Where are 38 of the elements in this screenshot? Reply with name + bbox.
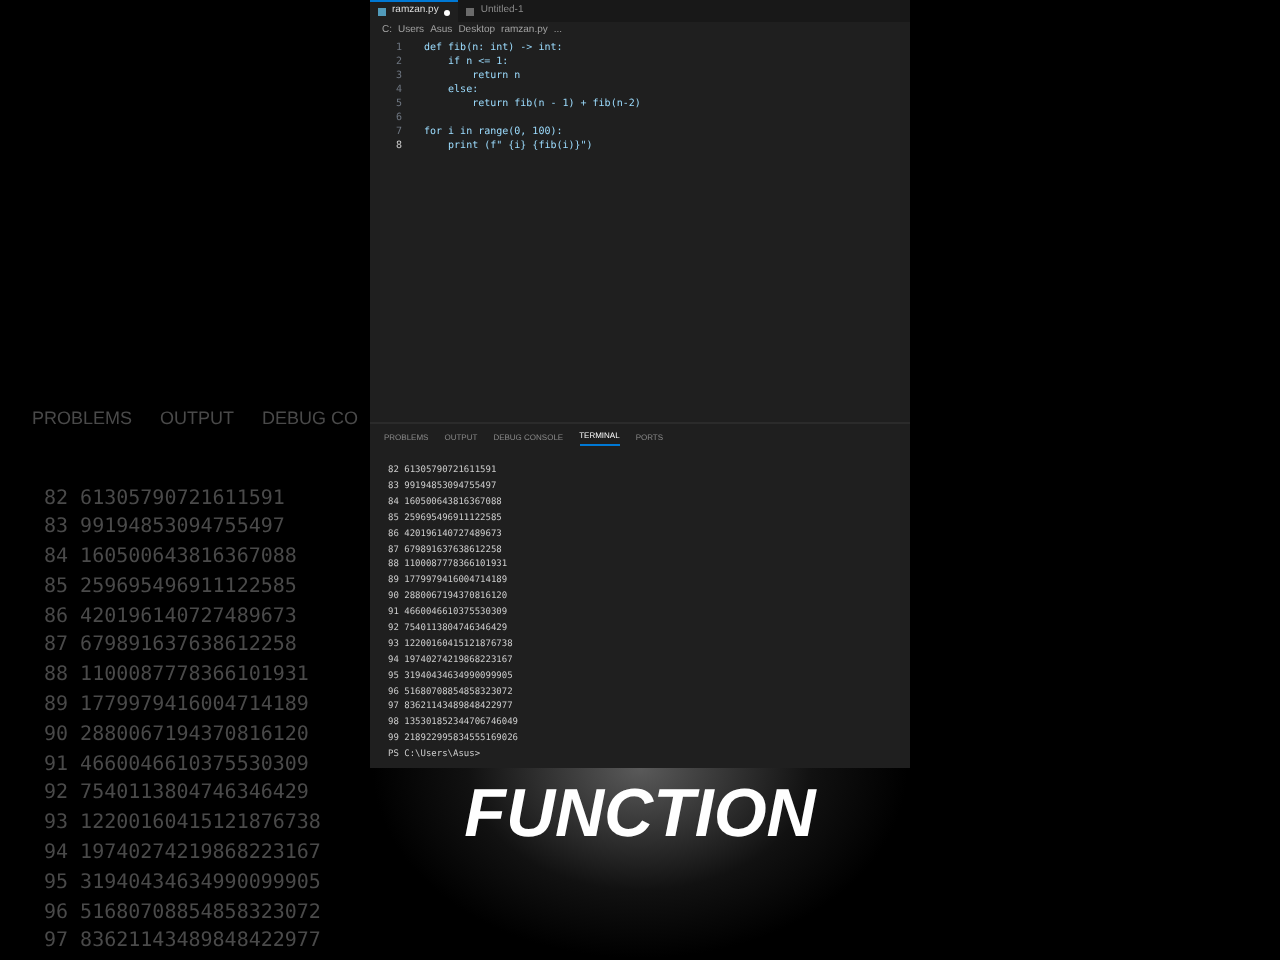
- line-number: 94: [44, 840, 69, 869]
- line-number: 86: [44, 603, 69, 632]
- line-number: 95: [44, 869, 69, 898]
- output-line: 1100087778366101931: [80, 662, 309, 691]
- output-line: 61305790721611591: [80, 485, 285, 513]
- line-number: 96: [44, 899, 69, 928]
- output-line: 99194853094755497: [80, 514, 285, 543]
- line-number: 91: [44, 751, 69, 780]
- line-number: 87: [44, 632, 69, 661]
- line-number: 85: [44, 573, 69, 602]
- line-number: 84: [44, 544, 69, 573]
- output-line: 12200160415121876738: [80, 810, 321, 839]
- output-line: 160500643816367088: [80, 544, 297, 573]
- output-line: 420196140727489673: [80, 603, 297, 632]
- line-number: 92: [44, 780, 69, 809]
- file-icon: [378, 8, 386, 16]
- file-icon: [466, 7, 475, 15]
- output-line: 679891637638612258: [80, 632, 297, 661]
- line-number: 89: [44, 692, 69, 721]
- line-number: 97: [44, 928, 69, 957]
- panel-tab-label: DEBUG CO: [262, 406, 359, 432]
- output-line: 19740274219868223167: [80, 840, 321, 869]
- output-line: 51680708854858323072: [80, 899, 321, 928]
- caption: FUNCTION: [464, 776, 816, 852]
- output-line: 2880067194370816120: [80, 721, 309, 750]
- panel-tab-label: OUTPUT: [160, 406, 235, 432]
- output-line: 259695496911122585: [80, 573, 297, 602]
- line-number: 93: [44, 810, 69, 839]
- output-line: 1779979416004714189: [80, 692, 309, 721]
- panel-tab-label: PROBLEMS: [32, 406, 133, 432]
- output-line: 4660046610375530309: [80, 751, 309, 780]
- line-number: 88: [44, 662, 69, 691]
- line-number: 82: [44, 485, 69, 513]
- output-line: 31940434634990099905: [80, 869, 321, 898]
- output-line: 7540113804746346429: [80, 780, 309, 809]
- line-number: 83: [44, 514, 69, 543]
- line-number: 90: [44, 721, 69, 750]
- output-line: 83621143489848422977: [80, 928, 321, 957]
